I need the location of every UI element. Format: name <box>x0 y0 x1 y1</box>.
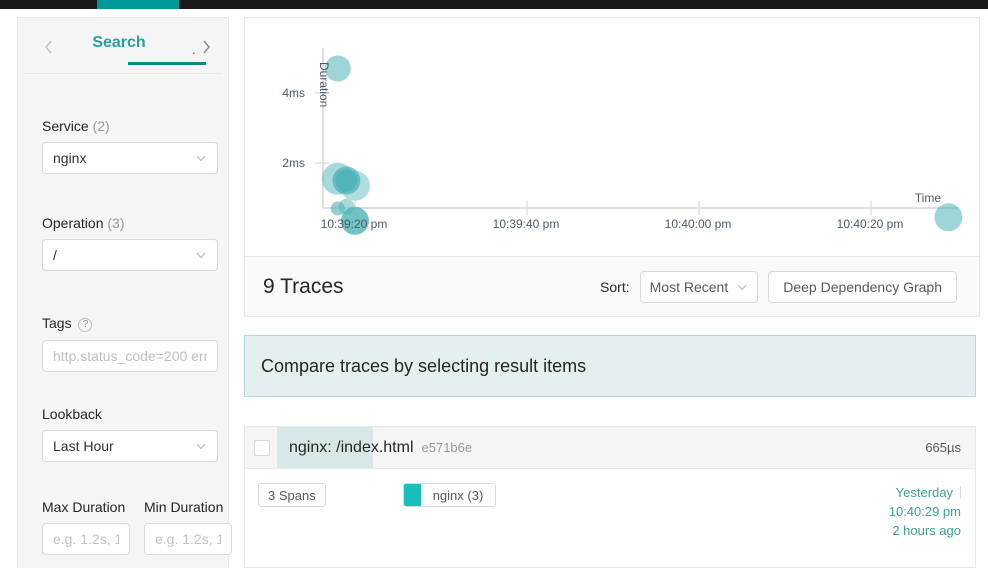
lookback-select-value: Last Hour <box>53 438 195 454</box>
trace-time-label: 10:40:29 pm <box>889 502 961 521</box>
search-sidebar: Search . Service (2) nginx <box>17 17 229 568</box>
max-duration-label: Max Duration <box>42 499 130 515</box>
tab-search-label: Search <box>92 34 145 51</box>
operation-label: Operation (3) <box>42 215 218 231</box>
trace-day-row: Yesterday <box>889 483 961 502</box>
chevron-down-icon <box>195 152 207 164</box>
lookback-label: Lookback <box>42 406 218 422</box>
field-service: Service (2) nginx <box>24 118 236 174</box>
sort-select-value: Most Recent <box>650 279 729 295</box>
service-select-value: nginx <box>53 150 195 166</box>
service-label: Service (2) <box>42 118 218 134</box>
compare-banner-message: Compare traces by selecting result items <box>261 356 586 377</box>
field-min-duration: Min Duration e.g. 1.2s, 100ms, 500us <box>144 499 232 555</box>
min-duration-input[interactable]: e.g. 1.2s, 100ms, 500us <box>155 531 221 547</box>
trace-timestamp: Yesterday 10:40:29 pm 2 hours ago <box>889 483 961 540</box>
tab-search[interactable]: Search <box>72 34 166 64</box>
trace-title[interactable]: nginx: /index.html <box>289 439 414 457</box>
field-lookback: Lookback Last Hour <box>24 406 236 462</box>
x-tick-3: 10:40:20 pm <box>820 217 920 231</box>
chevron-down-icon <box>736 281 748 293</box>
timestamp-divider <box>960 486 961 499</box>
operation-count: (3) <box>107 215 124 231</box>
x-axis-title: Time <box>915 191 941 205</box>
lookback-select[interactable]: Last Hour <box>42 430 218 462</box>
sort-label: Sort: <box>600 279 630 295</box>
results-header-controls: Sort: Most Recent Deep Dependency Graph <box>600 271 957 303</box>
service-select[interactable]: nginx <box>42 142 218 174</box>
field-max-duration: Max Duration e.g. 1.2s, 100ms, 500us <box>42 499 130 555</box>
chevron-down-icon <box>195 249 207 261</box>
max-duration-input-wrap[interactable]: e.g. 1.2s, 100ms, 500us <box>42 523 130 555</box>
trace-card-header[interactable]: nginx: /index.html e571b6e 665µs <box>245 427 975 469</box>
chevron-right-icon[interactable] <box>198 40 214 60</box>
traces-count: 9 Traces <box>263 275 344 299</box>
operation-select-value: / <box>53 247 195 263</box>
sidebar-tabbar: Search . <box>24 26 222 74</box>
service-badge-label: nginx (3) <box>421 488 496 503</box>
x-tick-2: 10:40:00 pm <box>648 217 748 231</box>
min-duration-label: Min Duration <box>144 499 232 515</box>
trace-duration: 665µs <box>925 440 961 455</box>
min-duration-input-wrap[interactable]: e.g. 1.2s, 100ms, 500us <box>144 523 232 555</box>
results-header: 9 Traces Sort: Most Recent Deep Dependen… <box>244 257 980 317</box>
sort-select[interactable]: Most Recent <box>640 271 759 303</box>
app-top-bar <box>0 0 988 9</box>
spans-count-badge: 3 Spans <box>258 483 326 507</box>
y-axis-title: Duration <box>317 62 331 107</box>
x-tick-0: 10:39:20 pm <box>304 217 404 231</box>
field-durations: Max Duration e.g. 1.2s, 100ms, 500us Min… <box>24 499 236 555</box>
x-tick-1: 10:39:40 pm <box>476 217 576 231</box>
operation-select[interactable]: / <box>42 239 218 271</box>
chevron-left-icon[interactable] <box>40 40 56 60</box>
trace-scatter-plot[interactable]: 4ms 2ms 10:39:20 pm 10:39:40 pm 10:40:00… <box>244 17 980 257</box>
top-bar-active-segment[interactable] <box>97 0 179 9</box>
chevron-down-icon <box>195 440 207 452</box>
scatter-point[interactable] <box>934 203 962 231</box>
scatter-point[interactable] <box>331 202 345 216</box>
tags-label: Tags ? <box>42 315 218 332</box>
y-tick-2ms: 2ms <box>271 156 305 170</box>
service-badge: nginx (3) <box>403 483 497 507</box>
trace-card-body: 3 Spans nginx (3) Yesterday 10:40:29 pm … <box>245 469 975 567</box>
scatter-point[interactable] <box>340 171 370 201</box>
max-duration-input[interactable]: e.g. 1.2s, 100ms, 500us <box>53 531 119 547</box>
tags-input[interactable]: http.status_code=200 error=true <box>53 348 207 364</box>
main-content: 4ms 2ms 10:39:20 pm 10:39:40 pm 10:40:00… <box>244 17 988 568</box>
tab-active-underline <box>128 62 206 65</box>
trace-result-card[interactable]: nginx: /index.html e571b6e 665µs 3 Spans… <box>244 426 976 568</box>
deep-dependency-graph-button[interactable]: Deep Dependency Graph <box>768 271 957 303</box>
field-tags: Tags ? http.status_code=200 error=true <box>24 315 236 372</box>
service-color-swatch <box>404 484 421 506</box>
question-circle-icon[interactable]: ? <box>78 318 92 332</box>
tags-input-wrap[interactable]: http.status_code=200 error=true <box>42 340 218 372</box>
field-operation: Operation (3) / <box>24 215 236 271</box>
trace-select-checkbox[interactable] <box>254 440 270 456</box>
trace-relative-time: 2 hours ago <box>889 521 961 540</box>
trace-id: e571b6e <box>422 440 473 455</box>
trace-day-label: Yesterday <box>896 483 953 502</box>
compare-traces-banner: Compare traces by selecting result items <box>244 335 976 397</box>
y-tick-4ms: 4ms <box>271 86 305 100</box>
service-count: (2) <box>93 118 110 134</box>
